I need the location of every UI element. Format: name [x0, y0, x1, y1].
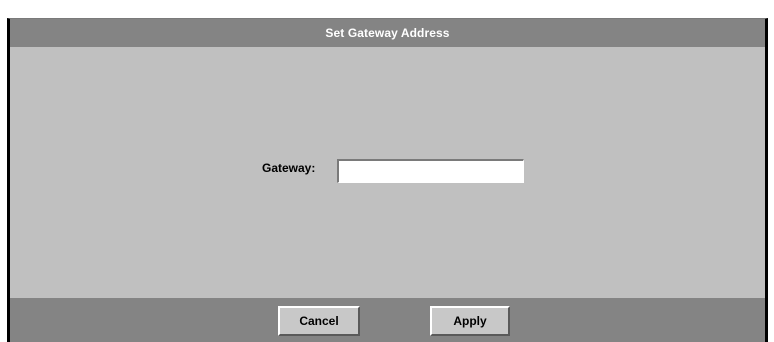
gateway-input[interactable]: [337, 159, 524, 183]
dialog-title-bar: Set Gateway Address: [10, 19, 765, 47]
dialog-title: Set Gateway Address: [325, 26, 450, 40]
dialog-content: Gateway:: [10, 47, 765, 298]
dialog-button-bar: Cancel Apply: [10, 298, 765, 342]
apply-button[interactable]: Apply: [430, 306, 510, 336]
gateway-label: Gateway:: [262, 161, 316, 175]
cancel-button-label: Cancel: [299, 314, 339, 328]
apply-button-label: Apply: [453, 314, 487, 328]
set-gateway-dialog: Set Gateway Address Gateway: Cancel Appl…: [7, 18, 768, 342]
cancel-button[interactable]: Cancel: [278, 306, 360, 336]
